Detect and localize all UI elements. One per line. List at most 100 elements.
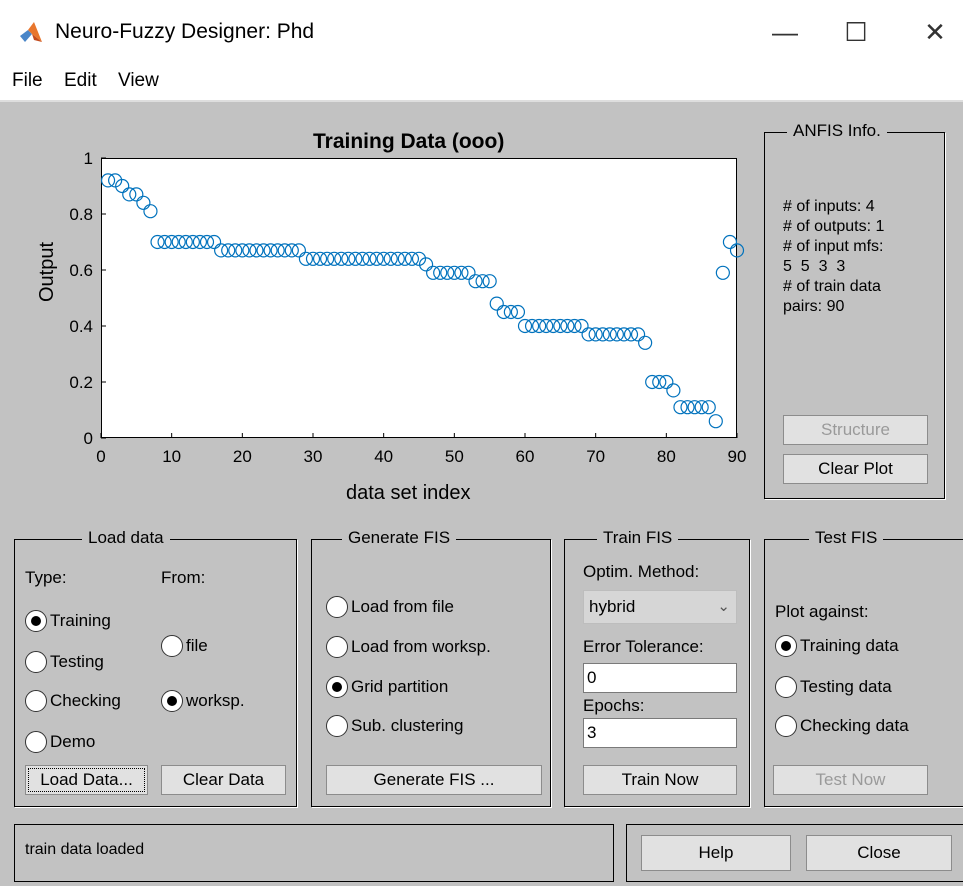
chevron-down-icon: ⌄ [717, 598, 730, 615]
menu-view[interactable]: View [118, 70, 159, 92]
data-point [666, 383, 681, 398]
generate-fis-button[interactable]: Generate FIS ... [326, 765, 542, 795]
optim-method-value: hybrid [589, 597, 636, 616]
radio-grid-partition[interactable]: Grid partition [326, 676, 448, 698]
clear-plot-button[interactable]: Clear Plot [783, 454, 928, 484]
radio-label: Training [50, 611, 111, 630]
help-button[interactable]: Help [641, 835, 791, 871]
data-point [708, 414, 723, 429]
minimize-button[interactable]: — [755, 10, 815, 54]
optim-method-select[interactable]: hybrid ⌄ [583, 590, 737, 624]
radio-label: file [186, 636, 208, 655]
data-point [489, 296, 504, 311]
train-fis-title: Train FIS [597, 528, 679, 548]
radio-indicator [25, 731, 47, 753]
radio-type-demo[interactable]: Demo [25, 731, 95, 753]
y-tick-label: 0.2 [69, 373, 93, 392]
radio-indicator [25, 651, 47, 673]
anfis-info-line: # of train data [783, 278, 881, 295]
radio-type-training[interactable]: Training [25, 610, 111, 632]
radio-indicator [326, 676, 348, 698]
load-data-button[interactable]: Load Data... [25, 765, 148, 795]
data-point [722, 234, 738, 250]
status-panel: train data loaded [14, 824, 614, 882]
data-point [729, 243, 745, 258]
anfis-info-line: # of outputs: 1 [783, 218, 885, 235]
radio-test-training-data[interactable]: Training data [775, 635, 899, 657]
anfis-info-line: # of inputs: 4 [783, 198, 875, 215]
y-tick-label: 0.6 [69, 261, 93, 280]
maximize-button[interactable]: ☐ [826, 10, 886, 54]
radio-indicator [25, 690, 47, 712]
radio-label: Grid partition [351, 677, 449, 696]
x-tick-label: 60 [516, 447, 535, 466]
radio-from-file[interactable]: file [161, 635, 208, 657]
anfis-info-line: 5 5 3 3 [783, 258, 846, 275]
menu-file[interactable]: File [12, 70, 43, 92]
radio-indicator [326, 636, 348, 658]
structure-button[interactable]: Structure [783, 415, 928, 445]
generate-fis-panel: Generate FIS Load from file Load from wo… [311, 528, 551, 807]
anfis-info-line: # of input mfs: [783, 238, 884, 255]
status-text: train data loaded [25, 841, 145, 858]
radio-indicator [161, 690, 183, 712]
x-tick-label: 20 [233, 447, 252, 466]
y-tick-label: 0.8 [69, 205, 93, 224]
x-tick-label: 0 [96, 447, 105, 466]
from-label: From: [161, 568, 206, 587]
close-window-button[interactable]: ✕ [905, 10, 963, 54]
x-tick-label: 80 [657, 447, 676, 466]
radio-label: Load from worksp. [351, 637, 491, 656]
epochs-label: Epochs: [583, 696, 645, 715]
data-point [143, 204, 158, 219]
radio-label: Testing data [800, 677, 892, 696]
title-bar: Neuro-Fuzzy Designer: Phd — ☐ ✕ [0, 0, 963, 64]
chart-ylabel: Output [36, 241, 58, 302]
data-point [136, 195, 151, 210]
y-tick-label: 1 [84, 149, 93, 168]
menu-bar: File Edit View [0, 64, 963, 100]
radio-from-workspace[interactable]: worksp. [161, 690, 245, 712]
radio-indicator [775, 635, 797, 657]
radio-indicator [775, 676, 797, 698]
plot-against-label: Plot against: [775, 602, 869, 621]
menu-edit[interactable]: Edit [64, 70, 97, 92]
radio-load-from-workspace[interactable]: Load from worksp. [326, 636, 491, 658]
radio-label: Checking [50, 691, 121, 710]
radio-test-checking-data[interactable]: Checking data [775, 715, 909, 737]
close-button[interactable]: Close [806, 835, 952, 871]
chart-xlabel: data set index [346, 482, 471, 504]
test-now-button[interactable]: Test Now [773, 765, 928, 795]
x-tick-label: 90 [728, 447, 747, 466]
error-tolerance-input[interactable]: 0 [583, 663, 737, 693]
train-now-button[interactable]: Train Now [583, 765, 737, 795]
main-panel: Training Data (ooo) 0 10 20 30 40 50 60 70 80 90 0… [0, 102, 963, 886]
x-tick-label: 10 [162, 447, 181, 466]
epochs-input[interactable]: 3 [583, 718, 737, 748]
radio-label: Load from file [351, 597, 454, 616]
radio-load-from-file[interactable]: Load from file [326, 596, 454, 618]
anfis-info-panel: ANFIS Info. # of inputs: 4 # of outputs:… [764, 121, 945, 499]
load-data-panel: Load data Type: From: Training Testing C… [14, 528, 297, 807]
train-fis-panel: Train FIS Optim. Method: hybrid ⌄ Error … [564, 528, 750, 807]
load-data-title: Load data [82, 528, 170, 548]
radio-type-checking[interactable]: Checking [25, 690, 121, 712]
anfis-info-title: ANFIS Info. [787, 121, 887, 141]
radio-indicator [161, 635, 183, 657]
anfis-info-text: # of inputs: 4 # of outputs: 1 # of inpu… [783, 197, 884, 317]
data-point [638, 335, 653, 350]
radio-test-testing-data[interactable]: Testing data [775, 676, 892, 698]
y-tick-label: 0.4 [69, 317, 93, 336]
test-fis-title: Test FIS [809, 528, 884, 548]
x-tick-label: 40 [374, 447, 393, 466]
footer-panel: Help Close [626, 824, 963, 882]
x-tick-label: 30 [304, 447, 323, 466]
radio-sub-clustering[interactable]: Sub. clustering [326, 715, 463, 737]
radio-label: Demo [50, 732, 96, 751]
radio-type-testing[interactable]: Testing [25, 651, 104, 673]
radio-indicator [25, 610, 47, 632]
x-tick-label: 50 [445, 447, 464, 466]
clear-data-button[interactable]: Clear Data [161, 765, 286, 795]
window-title: Neuro-Fuzzy Designer: Phd [55, 20, 315, 43]
generate-fis-title: Generate FIS [342, 528, 457, 548]
